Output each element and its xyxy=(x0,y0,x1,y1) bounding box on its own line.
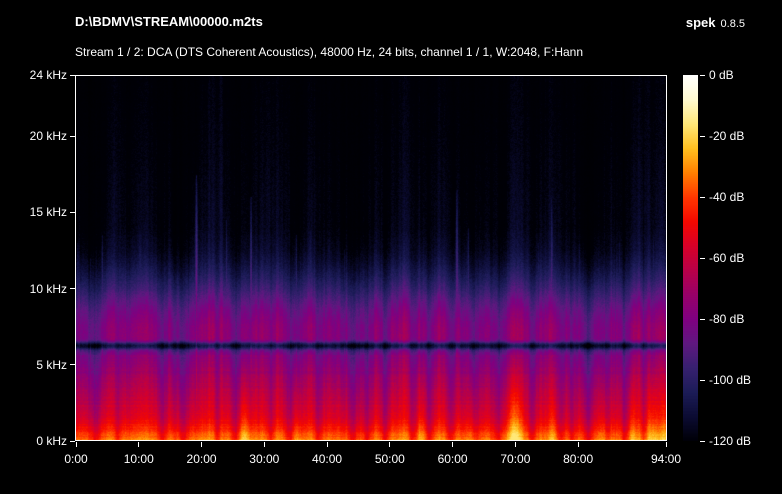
app-name: spek xyxy=(686,15,716,30)
app-version: 0.8.5 xyxy=(721,18,745,30)
time-tick-label-50min: 50:00 xyxy=(360,451,420,467)
freq-tick-label-10khz: 10 kHz xyxy=(0,281,67,297)
time-tick-label-80min: 80:00 xyxy=(548,451,608,467)
freq-tick-label-24khz: 24 kHz xyxy=(0,67,67,83)
time-tick-50min xyxy=(389,442,390,447)
db-tick--120 xyxy=(700,441,705,442)
stream-info: Stream 1 / 2: DCA (DTS Coherent Acoustic… xyxy=(75,45,583,59)
db-tick--80 xyxy=(700,319,705,320)
db-tick-label--20: -20 dB xyxy=(709,128,744,144)
db-tick-label-0: 0 dB xyxy=(709,67,734,83)
time-tick-label-20min: 20:00 xyxy=(172,451,232,467)
freq-tick-15khz xyxy=(70,212,75,213)
time-tick-0min xyxy=(76,442,77,447)
time-tick-30min xyxy=(264,442,265,447)
db-legend-gradient xyxy=(683,75,698,441)
db-tick-label--60: -60 dB xyxy=(709,250,744,266)
freq-tick-10khz xyxy=(70,288,75,289)
time-tick-label-0min: 0:00 xyxy=(46,451,106,467)
db-tick-label--120: -120 dB xyxy=(709,433,751,449)
freq-tick-label-15khz: 15 kHz xyxy=(0,204,67,220)
time-tick-label-10min: 10:00 xyxy=(109,451,169,467)
db-tick-label--100: -100 dB xyxy=(709,372,751,388)
spectrogram xyxy=(76,76,666,440)
time-tick-40min xyxy=(327,442,328,447)
db-tick-label--40: -40 dB xyxy=(709,189,744,205)
time-tick-label-30min: 30:00 xyxy=(234,451,294,467)
freq-tick-0khz xyxy=(70,441,75,442)
freq-tick-label-0khz: 0 kHz xyxy=(0,433,67,449)
time-tick-label-60min: 60:00 xyxy=(423,451,483,467)
file-path-title: D:\BDMV\STREAM\00000.m2ts xyxy=(75,14,263,29)
time-tick-80min xyxy=(578,442,579,447)
freq-tick-20khz xyxy=(70,136,75,137)
spectrogram-frame xyxy=(75,75,667,441)
time-tick-94min xyxy=(666,442,667,447)
db-tick--100 xyxy=(700,380,705,381)
time-tick-70min xyxy=(515,442,516,447)
spek-window: D:\BDMV\STREAM\00000.m2ts spek 0.8.5 Str… xyxy=(0,0,782,494)
db-tick--20 xyxy=(700,136,705,137)
time-tick-label-94min: 94:00 xyxy=(636,451,696,467)
time-tick-label-40min: 40:00 xyxy=(297,451,357,467)
time-tick-60min xyxy=(452,442,453,447)
time-tick-20min xyxy=(201,442,202,447)
db-tick-0 xyxy=(700,75,705,76)
freq-tick-label-5khz: 5 kHz xyxy=(0,357,67,373)
freq-tick-24khz xyxy=(70,75,75,76)
app-brand: spek 0.8.5 xyxy=(686,15,745,30)
db-legend-bar xyxy=(683,75,698,441)
freq-tick-5khz xyxy=(70,364,75,365)
db-tick--40 xyxy=(700,197,705,198)
time-tick-10min xyxy=(138,442,139,447)
db-tick--60 xyxy=(700,258,705,259)
db-tick-label--80: -80 dB xyxy=(709,311,744,327)
time-tick-label-70min: 70:00 xyxy=(485,451,545,467)
freq-tick-label-20khz: 20 kHz xyxy=(0,128,67,144)
